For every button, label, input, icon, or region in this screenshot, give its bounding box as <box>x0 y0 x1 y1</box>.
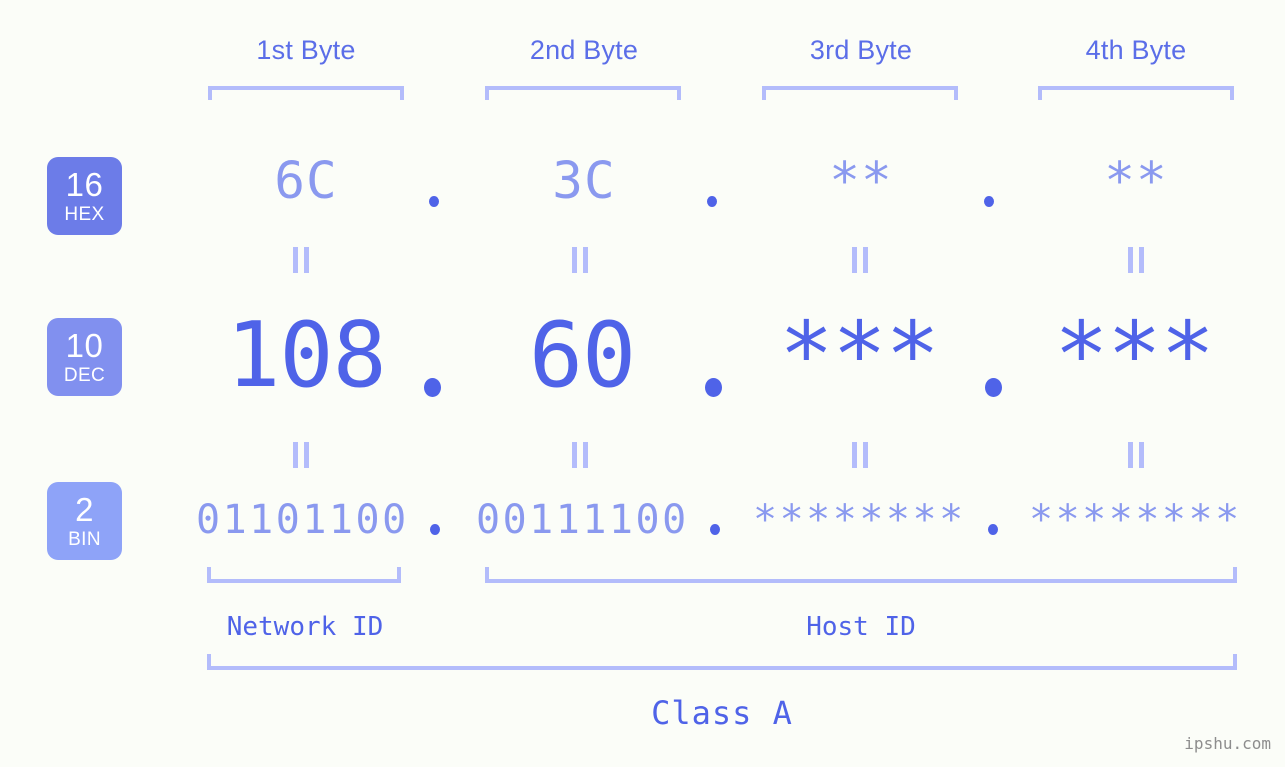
byte-bracket-top-3 <box>762 86 958 100</box>
dec-byte-4: *** <box>1054 303 1215 408</box>
byte-bracket-top-2 <box>485 86 681 100</box>
hex-byte-2: 3C <box>552 152 616 211</box>
hex-byte-4: ** <box>1104 152 1168 211</box>
dec-byte-3: *** <box>779 303 940 408</box>
hex-separator-1 <box>429 196 439 207</box>
dec-separator-3 <box>985 378 1002 397</box>
byte-bracket-top-1 <box>208 86 404 100</box>
bin-separator-3 <box>988 524 998 535</box>
hex-byte-1: 6C <box>274 152 338 211</box>
base-badge-bin-name: BIN <box>68 529 101 550</box>
base-badge-hex-radix: 16 <box>65 166 104 203</box>
hex-separator-3 <box>984 196 994 207</box>
equivalence-mark-hex-dec-4 <box>1127 247 1145 273</box>
equivalence-mark-hex-dec-2 <box>571 247 589 273</box>
site-watermark: ipshu.com <box>1184 734 1271 753</box>
dec-byte-2: 60 <box>528 303 636 408</box>
base-badge-dec-radix: 10 <box>65 327 104 364</box>
class-label: Class A <box>651 694 793 732</box>
base-badge-bin: 2 BIN <box>47 482 122 560</box>
bin-byte-4: ******** <box>1029 497 1242 543</box>
hex-byte-3: ** <box>829 152 893 211</box>
byte-header-1: 1st Byte <box>256 35 356 65</box>
dec-separator-1 <box>424 378 441 397</box>
dec-separator-2 <box>705 378 722 397</box>
host-id-label: Host ID <box>806 612 916 642</box>
host-id-bracket <box>485 567 1237 583</box>
base-badge-hex-name: HEX <box>64 204 105 225</box>
byte-header-3: 3rd Byte <box>809 35 913 65</box>
byte-header-2: 2nd Byte <box>529 35 639 65</box>
equivalence-mark-dec-bin-1 <box>292 442 310 468</box>
equivalence-mark-hex-dec-1 <box>292 247 310 273</box>
dec-byte-1: 108 <box>226 303 387 408</box>
bin-separator-2 <box>710 524 720 535</box>
equivalence-mark-dec-bin-3 <box>851 442 869 468</box>
base-badge-dec: 10 DEC <box>47 318 122 396</box>
bin-byte-2: 00111100 <box>476 497 689 543</box>
bin-separator-1 <box>430 524 440 535</box>
ip-address-breakdown-diagram: 1st Byte 2nd Byte 3rd Byte 4th Byte 16 H… <box>0 0 1285 767</box>
byte-header-4: 4th Byte <box>1085 35 1187 65</box>
base-badge-hex: 16 HEX <box>47 157 122 235</box>
equivalence-mark-hex-dec-3 <box>851 247 869 273</box>
bin-byte-1: 01101100 <box>196 497 409 543</box>
bin-byte-3: ******** <box>753 497 966 543</box>
network-id-bracket <box>207 567 401 583</box>
class-bracket <box>207 654 1237 670</box>
base-badge-dec-name: DEC <box>63 365 106 386</box>
equivalence-mark-dec-bin-2 <box>571 442 589 468</box>
hex-separator-2 <box>707 196 717 207</box>
equivalence-mark-dec-bin-4 <box>1127 442 1145 468</box>
byte-bracket-top-4 <box>1038 86 1234 100</box>
base-badge-bin-radix: 2 <box>75 491 94 528</box>
network-id-label: Network ID <box>226 612 384 642</box>
